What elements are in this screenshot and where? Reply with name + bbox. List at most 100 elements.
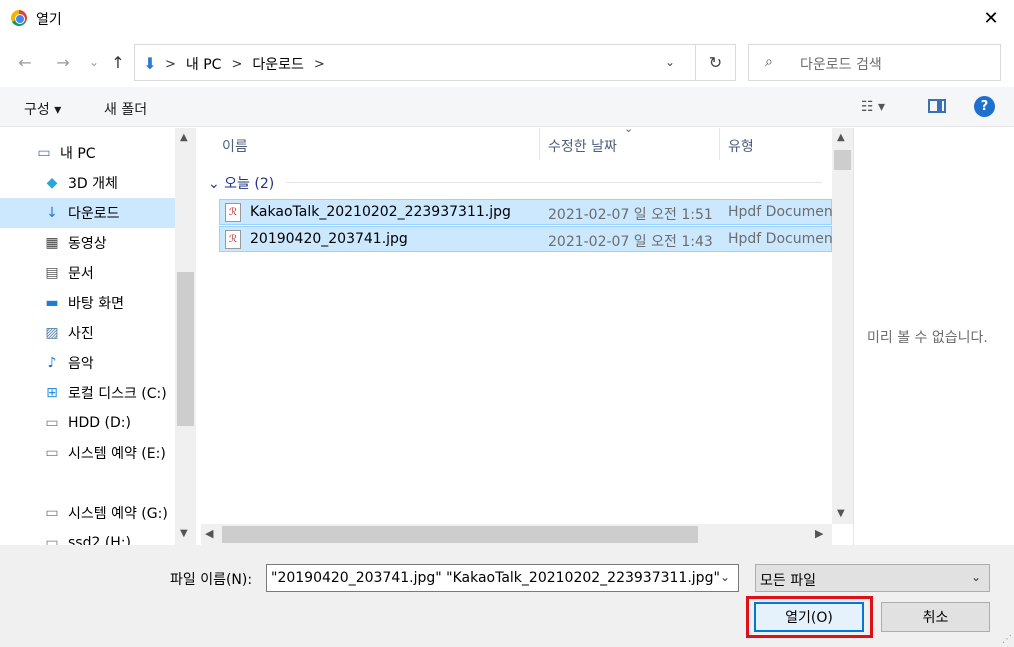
file-name: KakaoTalk_20210202_223937311.jpg xyxy=(250,204,511,220)
file-row[interactable]: ℛ 20190420_203741.jpg 2021-02-07 일 오전 1:… xyxy=(219,226,832,252)
drive-icon: ▭ xyxy=(45,505,59,521)
sidebar-item[interactable]: ▭ 내 PC xyxy=(0,138,175,168)
breadcrumb-separator[interactable]: > xyxy=(314,57,325,72)
column-divider[interactable] xyxy=(719,128,720,160)
file-type: Hpdf Document xyxy=(728,204,832,220)
file-list-horizontal-scrollbar[interactable]: ◀ ▶ xyxy=(201,524,832,545)
sidebar-item-label: HDD (D:) xyxy=(68,415,131,431)
drive-icon: ▭ xyxy=(45,415,59,431)
sidebar-item[interactable]: ◆ 3D 개체 xyxy=(0,168,175,198)
pictures-icon: ▨ xyxy=(45,325,59,341)
sidebar-item[interactable]: ▨ 사진 xyxy=(0,318,175,348)
dialog-footer: 파일 이름(N): "20190420_203741.jpg" "KakaoTa… xyxy=(0,545,1014,647)
sidebar-item[interactable]: ♪ 음악 xyxy=(0,348,175,378)
help-icon[interactable]: ? xyxy=(974,96,995,117)
resize-grip-icon[interactable]: ⋰ xyxy=(1002,634,1012,645)
scroll-down-icon[interactable]: ▼ xyxy=(180,528,188,539)
sidebar-scroll-thumb[interactable] xyxy=(177,272,194,426)
sidebar-item[interactable]: ⊞ 로컬 디스크 (C:) xyxy=(0,378,175,408)
preview-unavailable-message: 미리 볼 수 없습니다. xyxy=(867,330,988,346)
sidebar-item-label: 로컬 디스크 (C:) xyxy=(68,386,167,402)
chevron-down-icon[interactable]: ⌄ xyxy=(720,570,730,584)
file-type-select[interactable]: 모든 파일 ⌄ xyxy=(755,564,990,592)
download-icon: ↓ xyxy=(46,205,58,221)
sidebar-item-label: ssd2 (H:) xyxy=(68,535,131,545)
horizontal-scroll-thumb[interactable] xyxy=(222,526,698,543)
pdf-file-icon: ℛ xyxy=(225,230,241,249)
sidebar-item-label: 바탕 화면 xyxy=(68,296,124,312)
pdf-file-icon: ℛ xyxy=(225,203,241,222)
file-list-vertical-scrollbar[interactable]: ▲ ▼ xyxy=(832,128,853,524)
drive-icon: ▭ xyxy=(45,445,59,461)
file-type: Hpdf Document xyxy=(728,231,832,247)
refresh-button[interactable]: ↻ xyxy=(695,45,735,80)
scroll-down-icon[interactable]: ▼ xyxy=(837,508,845,519)
pc-icon: ▭ xyxy=(37,145,51,161)
sidebar-item-label: 시스템 예약 (E:) xyxy=(68,446,166,462)
sidebar-item[interactable]: ▬ 바탕 화면 xyxy=(0,288,175,318)
column-type[interactable]: 유형 xyxy=(728,136,754,156)
chrome-icon xyxy=(11,10,27,26)
command-toolbar: 구성 ▾ 새 폴더 ☷ ▾ ? xyxy=(0,87,1014,127)
back-button[interactable]: ← xyxy=(15,52,35,72)
chevron-down-icon[interactable]: ⌄ xyxy=(971,570,981,584)
breadcrumb-pc[interactable]: 내 PC xyxy=(186,54,222,74)
forward-button[interactable]: → xyxy=(53,52,73,72)
scroll-up-icon[interactable]: ▲ xyxy=(837,132,845,143)
column-header: 이름 수정한 날짜 ⌄ 유형 xyxy=(196,122,832,160)
scroll-up-icon[interactable]: ▲ xyxy=(180,132,188,143)
new-folder-button[interactable]: 새 폴더 xyxy=(104,99,147,119)
sidebar-item[interactable]: ▭ 시스템 예약 (G:) xyxy=(0,498,175,528)
file-date: 2021-02-07 일 오전 1:51 xyxy=(548,207,713,223)
filename-input[interactable]: "20190420_203741.jpg" "KakaoTalk_2021020… xyxy=(266,564,739,592)
desktop-icon: ▬ xyxy=(45,295,59,311)
column-name[interactable]: 이름 xyxy=(222,136,248,156)
file-row[interactable]: ℛ KakaoTalk_20210202_223937311.jpg 2021-… xyxy=(219,199,832,225)
close-button[interactable]: ✕ xyxy=(968,0,1014,37)
group-header-today[interactable]: ⌄ 오늘 (2) xyxy=(208,173,274,193)
drive-icon: ▭ xyxy=(45,535,59,545)
sidebar-item-label: 내 PC xyxy=(60,146,96,162)
filename-label: 파일 이름(N): xyxy=(170,572,253,588)
document-icon: ▤ xyxy=(45,265,59,281)
scroll-right-icon[interactable]: ▶ xyxy=(815,527,823,540)
window-title: 열기 xyxy=(36,12,62,28)
sidebar-item[interactable]: ▭ 시스템 예약 (E:) xyxy=(0,438,175,468)
up-button[interactable]: ↑ xyxy=(108,52,128,72)
video-icon: ▦ xyxy=(45,235,59,251)
column-date[interactable]: 수정한 날짜 xyxy=(548,136,617,156)
sidebar-item[interactable]: ▦ 동영상 xyxy=(0,228,175,258)
file-type-value: 모든 파일 xyxy=(760,573,816,589)
cancel-button[interactable]: 취소 xyxy=(881,602,990,632)
search-placeholder: 다운로드 검색 xyxy=(800,57,882,73)
sidebar-item[interactable]: ▭ ssd2 (H:) xyxy=(0,528,175,545)
title-bar: 열기 ✕ xyxy=(0,0,1014,37)
search-icon: ⌕ xyxy=(765,54,773,70)
sidebar-item[interactable]: ▭ HDD (D:) xyxy=(0,408,175,438)
address-dropdown-icon[interactable]: ⌄ xyxy=(665,55,675,69)
file-date: 2021-02-07 일 오전 1:43 xyxy=(548,234,713,250)
search-input[interactable]: ⌕ 다운로드 검색 xyxy=(748,44,1001,81)
breadcrumb-separator[interactable]: > xyxy=(165,57,176,72)
breadcrumb-separator[interactable]: > xyxy=(231,57,242,72)
address-bar[interactable]: ⬇ > 내 PC > 다운로드 > ⌄ ↻ xyxy=(134,44,736,81)
sidebar-item-label: 사진 xyxy=(68,326,94,342)
sidebar-item[interactable]: ↓ 다운로드 xyxy=(0,198,175,228)
scroll-left-icon[interactable]: ◀ xyxy=(205,527,213,540)
open-button[interactable]: 열기(O) xyxy=(754,602,864,632)
sidebar-item[interactable]: ▤ 문서 xyxy=(0,258,175,288)
preview-pane-icon[interactable] xyxy=(928,99,946,113)
file-list-scroll-thumb[interactable] xyxy=(834,150,851,170)
organize-button[interactable]: 구성 ▾ xyxy=(24,99,61,119)
sidebar-scrollbar[interactable]: ▲ ▼ xyxy=(175,128,196,545)
sidebar-item-label: 문서 xyxy=(68,266,94,282)
filename-value: "20190420_203741.jpg" "KakaoTalk_2021020… xyxy=(271,570,720,586)
column-divider[interactable] xyxy=(539,128,540,160)
group-divider xyxy=(286,182,822,183)
sidebar-item-label: 동영상 xyxy=(68,236,107,252)
breadcrumb-downloads[interactable]: 다운로드 xyxy=(252,54,304,74)
view-options-icon[interactable]: ☷ ▾ xyxy=(861,99,885,115)
breadcrumb: > 내 PC > 다운로드 > xyxy=(165,54,325,74)
recent-locations-button[interactable]: ⌄ xyxy=(84,52,104,72)
music-icon: ♪ xyxy=(47,355,57,371)
